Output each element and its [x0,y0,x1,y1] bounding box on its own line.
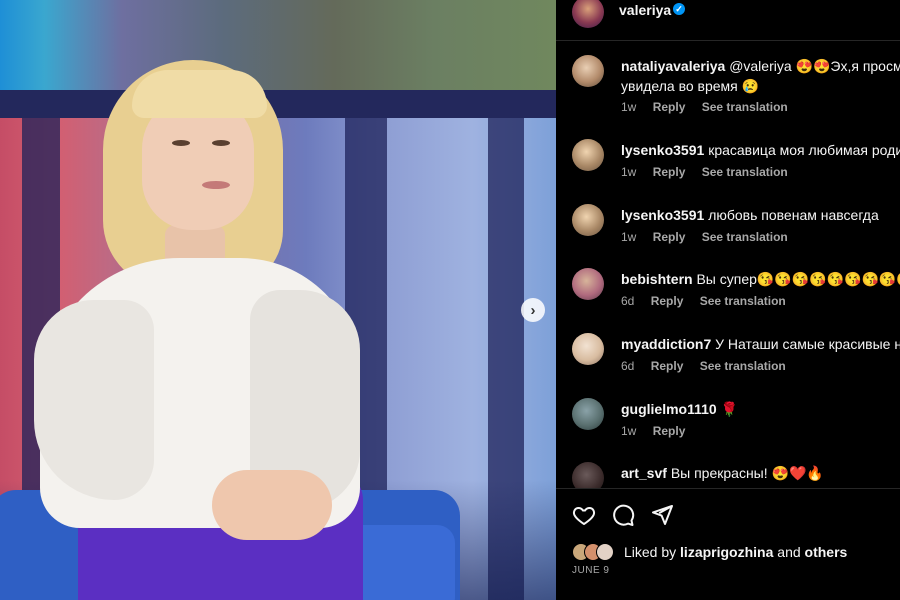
comment-item: lysenko3591 любовь повенам навсегда 1w R… [556,204,900,264]
person-bangs [132,70,267,118]
comment-age: 1w [621,230,637,244]
comment-item: myaddiction7 У Наташи самые красивые н 6… [556,333,900,393]
comment-text: У Наташи самые красивые н [715,336,900,352]
comment-item: guglielmo1110 🌹 1w Reply [556,398,900,458]
comment-text-line: art_svf Вы прекрасны! 😍❤️🔥 [621,465,824,482]
person-lips [202,181,230,189]
liked-avatar [596,543,614,561]
comment-text-line: lysenko3591 красавица моя любимая роди [621,142,900,158]
liked-by-others[interactable]: others [805,544,848,560]
comment-age: 6d [621,359,635,373]
reply-button[interactable]: Reply [653,230,686,244]
comment-age: 1w [621,424,637,438]
stage-top-backdrop [0,0,556,92]
like-heart-icon[interactable] [572,503,596,527]
comment-text-line: bebishtern Вы супер😘😘😘😘😘😘😘😘😘👍👍 [621,271,900,288]
post-actions-bar: Liked by lizaprigozhina and others JUNE … [556,488,900,600]
commenter-username[interactable]: lysenko3591 [621,207,704,223]
reply-button[interactable]: Reply [653,165,686,179]
reply-button[interactable]: Reply [653,424,686,438]
liked-by-text: Liked by lizaprigozhina and others [624,544,847,560]
comment-meta: 1w Reply See translation [621,165,801,179]
liked-by-and: and [777,544,801,560]
commenter-avatar[interactable] [572,204,604,236]
comment-text-line: nataliyavaleriya @valeriya 😍😍Эх,я просмо [621,58,900,75]
comment-item: bebishtern Вы супер😘😘😘😘😘😘😘😘😘👍👍 6d Reply … [556,268,900,328]
see-translation-button[interactable]: See translation [702,230,788,244]
author-avatar[interactable] [572,0,604,28]
commenter-username[interactable]: art_svf [621,465,667,481]
comment-meta: 6d Reply See translation [621,359,799,373]
comment-age: 1w [621,100,637,114]
comment-text-line: myaddiction7 У Наташи самые красивые н [621,336,900,352]
comment-text-line2: увидела во время 😢 [621,78,760,94]
see-translation-button[interactable]: See translation [700,359,786,373]
person-eye [212,140,230,146]
comment-meta: 1w Reply See translation [621,230,801,244]
verified-badge-icon: ✓ [673,3,685,15]
post-date: JUNE 9 [572,565,610,576]
commenter-avatar[interactable] [572,333,604,365]
comment-meta: 6d Reply See translation [621,294,799,308]
liked-by-user[interactable]: lizaprigozhina [680,544,773,560]
comment-text: @valeriya 😍😍Эх,я просмо [729,58,900,74]
comment-meta: 1w Reply [621,424,698,438]
commenter-username[interactable]: myaddiction7 [621,336,711,352]
see-translation-button[interactable]: See translation [700,294,786,308]
commenter-avatar[interactable] [572,55,604,87]
comment-text: любовь повенам навсегда [708,207,879,223]
commenter-username[interactable]: nataliyavaleriya [621,58,725,74]
comment-age: 1w [621,165,637,179]
reply-button[interactable]: Reply [651,294,684,308]
commenter-avatar[interactable] [572,268,604,300]
comment-text: 🌹 [720,401,739,417]
commenter-username[interactable]: bebishtern [621,271,693,287]
post-header: valeriya ✓ [556,0,900,41]
comment-bubble-icon[interactable] [611,503,635,527]
comment-item: nataliyavaleriya @valeriya 😍😍Эх,я просмо… [556,55,900,115]
post-side-panel: valeriya ✓ nataliyavaleriya @valeriya 😍😍… [556,0,900,600]
stage-band [0,90,556,120]
comment-meta: 1w Reply See translation [621,100,801,114]
carousel-next-button[interactable]: › [521,298,545,322]
person-hands [212,470,332,540]
comment-text: Вы супер😘😘😘😘😘😘😘😘😘👍👍 [696,271,900,287]
see-translation-button[interactable]: See translation [702,100,788,114]
liked-by-prefix: Liked by [624,544,677,560]
see-translation-button[interactable]: See translation [702,165,788,179]
comment-text-line: guglielmo1110 🌹 [621,401,738,418]
blouse-ruffle [34,300,154,500]
comment-text: Вы прекрасны! 😍❤️🔥 [670,465,824,481]
liked-by-avatars [572,543,628,561]
commenter-username[interactable]: lysenko3591 [621,142,704,158]
reply-button[interactable]: Reply [651,359,684,373]
share-send-icon[interactable] [650,503,674,527]
commenter-avatar[interactable] [572,139,604,171]
commenter-avatar[interactable] [572,398,604,430]
person-eye [172,140,190,146]
reply-button[interactable]: Reply [653,100,686,114]
comment-item: lysenko3591 красавица моя любимая роди 1… [556,139,900,199]
post-photo: › [0,0,556,600]
comment-age: 6d [621,294,635,308]
comment-text: красавица моя любимая роди [708,142,900,158]
comment-text-line: lysenko3591 любовь повенам навсегда [621,207,879,223]
commenter-username[interactable]: guglielmo1110 [621,401,717,417]
author-username[interactable]: valeriya [619,2,671,18]
